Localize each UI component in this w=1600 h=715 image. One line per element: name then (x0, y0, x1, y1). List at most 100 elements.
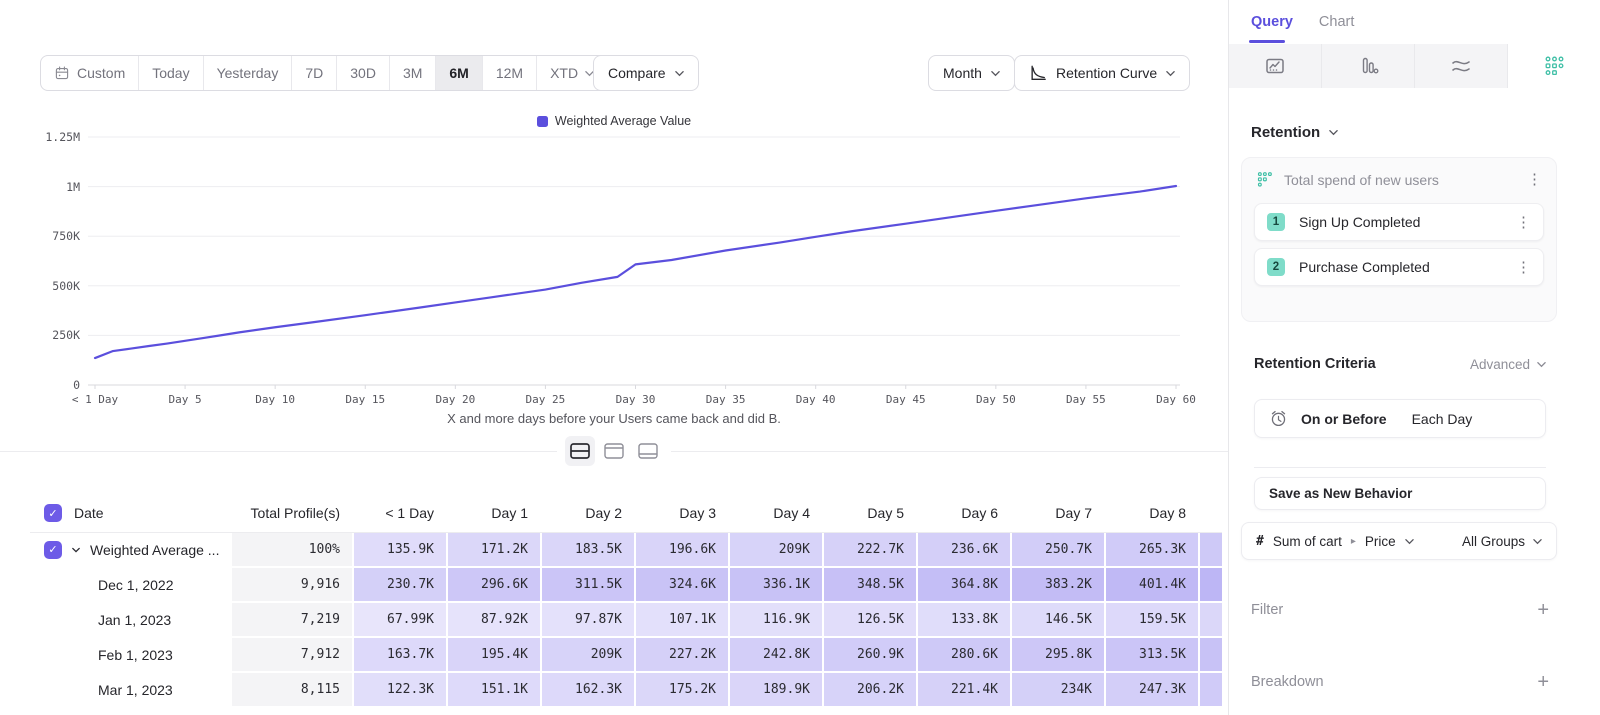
retention-section-header[interactable]: Retention (1251, 124, 1338, 141)
table-header-rule (30, 532, 1222, 533)
retention-value-cell: 183.5K (542, 533, 634, 566)
retention-value-cell: 280.6K (918, 638, 1010, 671)
range-30d[interactable]: 30D (337, 56, 390, 90)
criteria-mode-dropdown[interactable]: Advanced (1470, 357, 1546, 372)
layout-toggle-panel-bottom[interactable] (633, 436, 663, 466)
retention-value-cell: 348.5K (824, 568, 916, 601)
retention-value-cell: 122.3K (354, 673, 446, 706)
measure-property[interactable]: Sum of cart (1273, 534, 1342, 549)
y-tick: 250K (20, 328, 80, 342)
breadcrumb-arrow-icon: ▸ (1351, 536, 1356, 547)
row-label-cell[interactable]: ✓Weighted Average ... (30, 533, 230, 566)
group-dropdown[interactable]: All Groups (1462, 534, 1542, 549)
col-header-label: Total Profile(s) (251, 505, 340, 521)
col-header-day-6: Day 6 (918, 495, 1010, 531)
query-type-flows[interactable] (1415, 44, 1508, 88)
y-tick: 1.25M (20, 130, 80, 144)
add-breakdown-button[interactable]: + (1537, 672, 1549, 692)
query-type-selector (1229, 44, 1600, 88)
total-profiles-cell: 7,912 (232, 638, 352, 671)
chevron-down-icon (991, 69, 1000, 78)
layout-toggle-panel-top[interactable] (599, 436, 629, 466)
retention-criteria-row: Retention Criteria Advanced (1254, 356, 1546, 372)
step-kebab-menu[interactable]: ⋮ (1516, 260, 1531, 275)
chevron-down-icon (1166, 69, 1175, 78)
col-header-day-7: Day 7 (1012, 495, 1104, 531)
query-type-insights[interactable] (1229, 44, 1322, 88)
step-label: Sign Up Completed (1299, 214, 1420, 230)
step-kebab-menu[interactable]: ⋮ (1516, 215, 1531, 230)
retention-criteria-label: Retention Criteria (1254, 356, 1376, 372)
retention-value-cell: 221.4K (918, 673, 1010, 706)
retention-value-cell: 159.5K (1106, 603, 1198, 636)
range-3m[interactable]: 3M (390, 56, 436, 90)
x-tick: Day 50 (976, 393, 1016, 406)
retention-value-cell-partial (1200, 533, 1222, 566)
x-tick: Day 35 (706, 393, 746, 406)
criteria-mode-label: Advanced (1470, 357, 1530, 372)
row-expander-icon[interactable] (72, 546, 80, 554)
range-6m[interactable]: 6M (436, 56, 482, 90)
behavior-kebab-menu[interactable]: ⋮ (1527, 172, 1542, 187)
range-custom[interactable]: Custom (41, 56, 139, 90)
retention-value-cell: 296.6K (448, 568, 540, 601)
retention-value-cell: 383.2K (1012, 568, 1104, 601)
retention-value-cell: 250.7K (1012, 533, 1104, 566)
measure-card: # Sum of cart ▸ Price All Groups (1241, 522, 1557, 560)
col-header-label: < 1 Day (385, 505, 434, 521)
active-tab-underline (1249, 40, 1285, 43)
compare-button[interactable]: Compare (593, 55, 699, 91)
layout-toggle-split-horizontal[interactable] (565, 436, 595, 466)
chart-caption: X and more days before your Users came b… (0, 411, 1228, 426)
col-header--1-day: < 1 Day (354, 495, 446, 531)
retention-value-cell: 162.3K (542, 673, 634, 706)
behavior-step-1[interactable]: 1 Sign Up Completed ⋮ (1254, 203, 1544, 241)
behavior-retention-icon (1256, 171, 1273, 188)
row-label-cell[interactable]: Feb 1, 2023 (30, 638, 230, 671)
retention-value-cell: 247.3K (1106, 673, 1198, 706)
retention-value-cell: 209K (542, 638, 634, 671)
add-filter-button[interactable]: + (1537, 600, 1549, 620)
retention-value-cell: 260.9K (824, 638, 916, 671)
save-as-new-behavior-button[interactable]: Save as New Behavior (1254, 477, 1546, 510)
row-label-cell[interactable]: Jan 1, 2023 (30, 603, 230, 636)
x-tick: Day 30 (616, 393, 656, 406)
retention-value-cell-partial (1200, 603, 1222, 636)
tab-query[interactable]: Query (1251, 14, 1293, 30)
criteria-condition: On or Before (1301, 411, 1387, 427)
filter-label: Filter (1251, 602, 1283, 618)
query-type-retention[interactable] (1508, 44, 1600, 88)
range-label: 7D (305, 65, 323, 81)
row-label-cell[interactable]: Mar 1, 2023 (30, 673, 230, 706)
x-tick: Day 10 (255, 393, 295, 406)
tab-chart[interactable]: Chart (1319, 14, 1354, 30)
col-header-label: Day 7 (1055, 505, 1092, 521)
chart-type-button[interactable]: Retention Curve (1014, 55, 1190, 91)
retention-value-cell: 97.87K (542, 603, 634, 636)
x-tick: Day 40 (796, 393, 836, 406)
retention-value-cell: 87.92K (448, 603, 540, 636)
step-number-badge: 2 (1267, 258, 1285, 276)
measure-attribute[interactable]: Price (1365, 534, 1396, 549)
granularity-button[interactable]: Month (928, 55, 1015, 91)
x-tick: Day 45 (886, 393, 926, 406)
range-today[interactable]: Today (139, 56, 203, 90)
panel-tabs: Query Chart (1229, 0, 1600, 44)
criteria-timing-card[interactable]: On or Before Each Day (1254, 399, 1546, 438)
range-yesterday[interactable]: Yesterday (204, 56, 293, 90)
x-tick: Day 15 (345, 393, 385, 406)
layout-toggle-row (0, 436, 1228, 466)
panel-divider (1254, 467, 1546, 468)
col-header-day-1: Day 1 (448, 495, 540, 531)
select-all-checkbox[interactable]: ✓ (44, 504, 62, 522)
range-7d[interactable]: 7D (292, 56, 337, 90)
row-checkbox[interactable]: ✓ (44, 541, 62, 559)
row-label-cell[interactable]: Dec 1, 2022 (30, 568, 230, 601)
save-label: Save as New Behavior (1269, 486, 1412, 501)
y-tick: 0 (20, 378, 80, 392)
query-type-funnels[interactable] (1322, 44, 1415, 88)
range-12m[interactable]: 12M (483, 56, 537, 90)
funnels-bars-icon (1357, 56, 1379, 76)
behavior-step-2[interactable]: 2 Purchase Completed ⋮ (1254, 248, 1544, 286)
total-profiles-cell: 8,115 (232, 673, 352, 706)
